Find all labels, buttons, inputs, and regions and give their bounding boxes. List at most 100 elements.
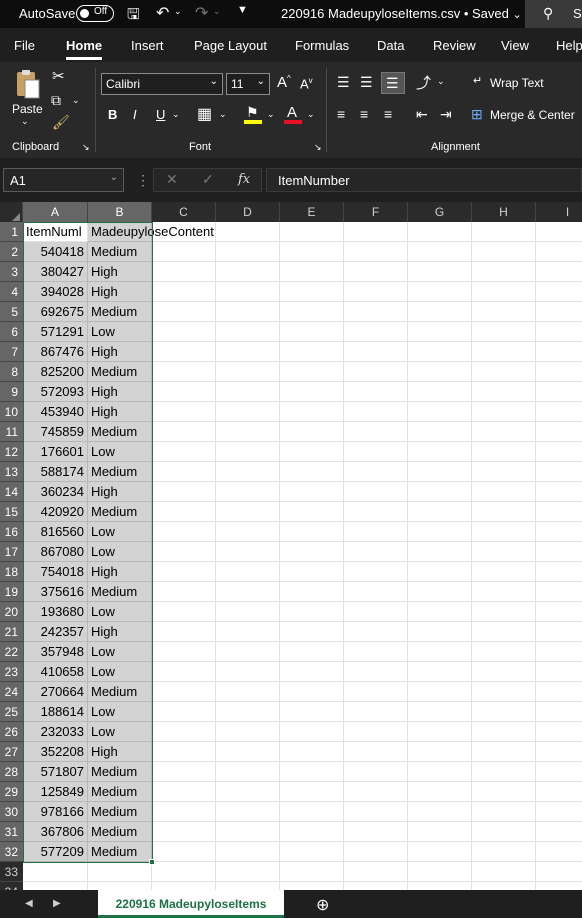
wrap-text-button[interactable]: Wrap Text bbox=[490, 76, 544, 90]
cell-item-number[interactable]: 394028 bbox=[23, 282, 88, 302]
cell[interactable] bbox=[408, 222, 472, 242]
bottom-align-button[interactable]: ☰ bbox=[381, 72, 405, 94]
enter-icon[interactable]: ✓ bbox=[202, 171, 214, 188]
row-header[interactable]: 23 bbox=[0, 662, 23, 682]
cell[interactable] bbox=[216, 282, 280, 302]
cell[interactable] bbox=[280, 602, 344, 622]
cell[interactable] bbox=[408, 802, 472, 822]
cell[interactable] bbox=[344, 642, 408, 662]
cell-content-level[interactable]: Medium bbox=[88, 502, 152, 522]
column-header-d[interactable]: D bbox=[216, 202, 280, 222]
column-header-f[interactable]: F bbox=[344, 202, 408, 222]
search-box[interactable]: ⚲ Se bbox=[525, 0, 582, 28]
font-color-dropdown-icon[interactable]: ⌄ bbox=[307, 109, 315, 120]
cell[interactable] bbox=[280, 302, 344, 322]
cell-content-level[interactable]: Medium bbox=[88, 362, 152, 382]
cell[interactable] bbox=[216, 462, 280, 482]
cell-content-level[interactable]: Low bbox=[88, 642, 152, 662]
cell[interactable] bbox=[344, 482, 408, 502]
cell-item-number[interactable]: 380427 bbox=[23, 262, 88, 282]
cell[interactable] bbox=[408, 702, 472, 722]
cell[interactable] bbox=[344, 882, 408, 890]
cell[interactable] bbox=[472, 522, 536, 542]
row-header[interactable]: 16 bbox=[0, 522, 23, 542]
cell-item-number[interactable]: 360234 bbox=[23, 482, 88, 502]
cancel-icon[interactable]: ✕ bbox=[166, 171, 178, 188]
cell[interactable] bbox=[280, 362, 344, 382]
cell[interactable] bbox=[408, 382, 472, 402]
cell[interactable] bbox=[344, 762, 408, 782]
cell[interactable] bbox=[216, 722, 280, 742]
borders-icon[interactable]: ▦ bbox=[197, 104, 212, 124]
orientation-dropdown-icon[interactable]: ⌄ bbox=[437, 76, 445, 87]
cell-content-level[interactable]: High bbox=[88, 262, 152, 282]
cell[interactable] bbox=[472, 282, 536, 302]
cell[interactable] bbox=[152, 302, 216, 322]
cell[interactable] bbox=[88, 882, 152, 890]
cell[interactable] bbox=[216, 622, 280, 642]
cell[interactable] bbox=[152, 742, 216, 762]
cell-content-level[interactable]: High bbox=[88, 622, 152, 642]
cell-item-number[interactable]: 420920 bbox=[23, 502, 88, 522]
cell[interactable] bbox=[536, 242, 582, 262]
cell[interactable] bbox=[152, 462, 216, 482]
cell[interactable] bbox=[216, 762, 280, 782]
cell[interactable] bbox=[344, 622, 408, 642]
cell[interactable] bbox=[472, 442, 536, 462]
cell[interactable] bbox=[472, 502, 536, 522]
cell[interactable] bbox=[344, 582, 408, 602]
cell[interactable] bbox=[23, 882, 88, 890]
cell[interactable] bbox=[280, 702, 344, 722]
cell-item-number[interactable]: 588174 bbox=[23, 462, 88, 482]
cell[interactable] bbox=[152, 482, 216, 502]
cell[interactable] bbox=[536, 382, 582, 402]
cell[interactable] bbox=[152, 722, 216, 742]
cell[interactable] bbox=[280, 402, 344, 422]
cell-item-number[interactable]: 692675 bbox=[23, 302, 88, 322]
cell[interactable] bbox=[280, 822, 344, 842]
cell[interactable] bbox=[536, 302, 582, 322]
cell[interactable] bbox=[216, 382, 280, 402]
cell[interactable] bbox=[408, 542, 472, 562]
cell[interactable] bbox=[344, 322, 408, 342]
row-header[interactable]: 30 bbox=[0, 802, 23, 822]
cell[interactable] bbox=[536, 322, 582, 342]
cell[interactable] bbox=[216, 802, 280, 822]
cell[interactable] bbox=[472, 562, 536, 582]
cell[interactable] bbox=[280, 522, 344, 542]
tab-data[interactable]: Data bbox=[377, 38, 404, 53]
cell[interactable] bbox=[280, 622, 344, 642]
cell[interactable] bbox=[216, 482, 280, 502]
cell[interactable] bbox=[216, 362, 280, 382]
cell[interactable] bbox=[472, 822, 536, 842]
cell[interactable] bbox=[280, 502, 344, 522]
cell[interactable] bbox=[344, 402, 408, 422]
cell-item-number[interactable]: 577209 bbox=[23, 842, 88, 862]
cell[interactable] bbox=[216, 502, 280, 522]
row-header[interactable]: 31 bbox=[0, 822, 23, 842]
cell[interactable] bbox=[152, 282, 216, 302]
cell-content-level[interactable]: Medium bbox=[88, 842, 152, 862]
cell[interactable] bbox=[344, 822, 408, 842]
cell[interactable] bbox=[152, 882, 216, 890]
row-header[interactable]: 19 bbox=[0, 582, 23, 602]
cell-item-number[interactable]: 572093 bbox=[23, 382, 88, 402]
cell[interactable] bbox=[216, 342, 280, 362]
cell[interactable] bbox=[216, 742, 280, 762]
cell[interactable] bbox=[280, 862, 344, 882]
cell[interactable] bbox=[408, 622, 472, 642]
column-header-b[interactable]: B bbox=[88, 202, 152, 222]
undo-dropdown-icon[interactable]: ⌄ bbox=[174, 6, 182, 17]
chevron-down-icon[interactable]: ⌄ bbox=[110, 172, 118, 183]
cell[interactable] bbox=[216, 522, 280, 542]
row-header[interactable]: 21 bbox=[0, 622, 23, 642]
cell-content-level[interactable]: High bbox=[88, 282, 152, 302]
row-header[interactable]: 28 bbox=[0, 762, 23, 782]
cell[interactable] bbox=[408, 442, 472, 462]
cell[interactable] bbox=[472, 342, 536, 362]
sheet-tab[interactable]: 220916 MadeupyloseItems bbox=[98, 890, 284, 918]
cell[interactable] bbox=[152, 542, 216, 562]
cell[interactable] bbox=[408, 342, 472, 362]
cell[interactable] bbox=[408, 362, 472, 382]
cell-item-number[interactable]: 232033 bbox=[23, 722, 88, 742]
